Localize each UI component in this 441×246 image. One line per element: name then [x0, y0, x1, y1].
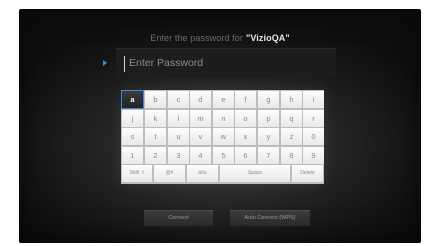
key-accents[interactable]: äöü [187, 165, 218, 182]
key-v[interactable]: v [190, 128, 211, 145]
key-u[interactable]: u [168, 128, 189, 145]
key-w[interactable]: w [213, 128, 234, 145]
key-1[interactable]: 1 [122, 146, 143, 164]
key-f[interactable]: f [235, 91, 256, 108]
key-4[interactable]: 4 [190, 146, 211, 164]
key-8[interactable]: 8 [281, 146, 302, 164]
on-screen-keyboard: a b c d e f g h i j k l m n o p q r s t u v w x y z 0 1 2 3 4 5 6 7 8 9 Shif… [121, 90, 324, 184]
key-a[interactable]: a [121, 90, 144, 109]
key-z[interactable]: z [281, 128, 302, 145]
key-y[interactable]: y [258, 128, 279, 145]
password-input[interactable]: Enter Password [116, 48, 336, 78]
key-h[interactable]: h [281, 91, 302, 108]
key-d[interactable]: d [190, 91, 211, 108]
key-3[interactable]: 3 [168, 146, 189, 164]
key-6[interactable]: 6 [235, 146, 256, 164]
key-t[interactable]: t [145, 128, 166, 145]
focus-arrow-icon [103, 60, 107, 66]
key-c[interactable]: c [168, 91, 189, 108]
key-g[interactable]: g [258, 91, 279, 108]
key-r[interactable]: r [303, 109, 324, 127]
key-space[interactable]: Space [220, 165, 290, 182]
key-q[interactable]: q [281, 109, 302, 127]
key-delete[interactable]: Delete [292, 165, 323, 182]
text-cursor [124, 56, 125, 72]
key-shift[interactable]: Shift ⇧ [122, 165, 152, 182]
connect-button[interactable]: Connect [144, 210, 213, 226]
password-prompt-title: Enter the password for "VizioQA" [19, 33, 421, 43]
key-k[interactable]: k [145, 109, 166, 127]
key-s[interactable]: s [122, 128, 143, 145]
prompt-text: Enter the password for [150, 33, 243, 43]
key-b[interactable]: b [145, 91, 166, 108]
key-i[interactable]: i [303, 91, 324, 108]
password-placeholder: Enter Password [129, 57, 204, 69]
key-0[interactable]: 0 [303, 128, 324, 145]
key-7[interactable]: 7 [258, 146, 279, 164]
key-e[interactable]: e [213, 91, 234, 108]
auto-connect-wps-button[interactable]: Auto Connect (WPS) [230, 210, 310, 226]
key-symbols[interactable]: @# [154, 165, 185, 182]
key-2[interactable]: 2 [145, 146, 166, 164]
key-o[interactable]: o [235, 109, 256, 127]
key-9[interactable]: 9 [303, 146, 324, 164]
key-x[interactable]: x [235, 128, 256, 145]
key-l[interactable]: l [168, 109, 189, 127]
network-name: "VizioQA" [245, 33, 290, 43]
key-m[interactable]: m [190, 109, 211, 127]
key-p[interactable]: p [258, 109, 279, 127]
key-5[interactable]: 5 [213, 146, 234, 164]
key-n[interactable]: n [213, 109, 234, 127]
key-j[interactable]: j [122, 109, 143, 127]
